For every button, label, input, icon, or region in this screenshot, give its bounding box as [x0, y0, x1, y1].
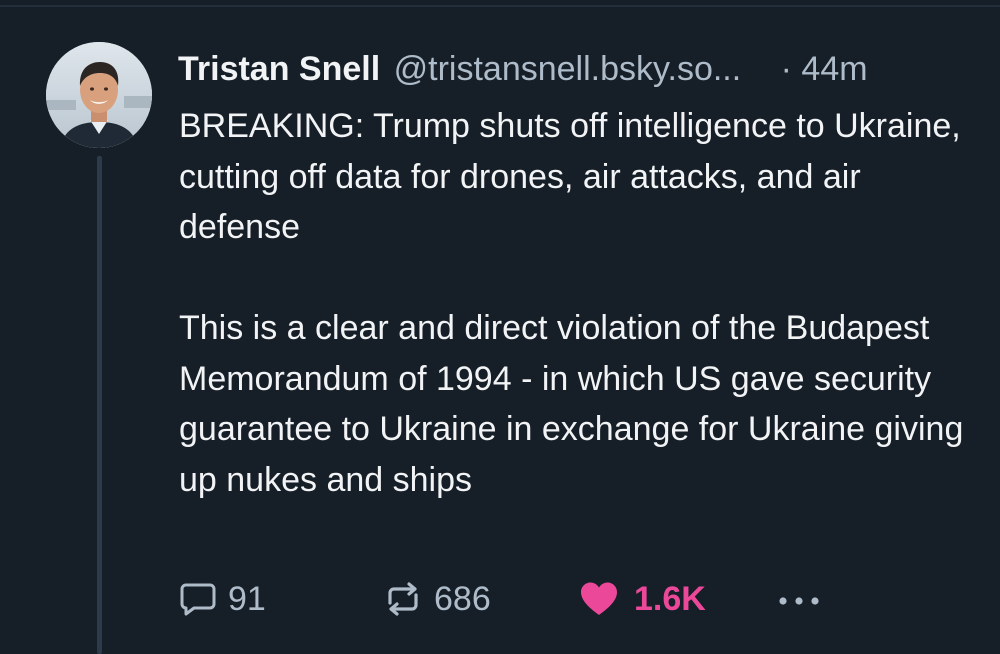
- speech-bubble-icon: [178, 579, 218, 619]
- reply-count: 91: [228, 580, 266, 618]
- heart-icon: [578, 579, 620, 619]
- author-name[interactable]: Tristan Snell: [178, 50, 380, 88]
- repost-arrows-icon: [382, 579, 424, 619]
- top-divider: [0, 0, 1000, 7]
- post-actions: 91 686 1.6K: [178, 576, 978, 622]
- repost-button[interactable]: 686: [382, 576, 491, 622]
- avatar-image: [46, 42, 152, 148]
- ellipsis-icon: [776, 579, 822, 619]
- repost-count: 686: [434, 580, 491, 618]
- post-text: BREAKING: Trump shuts off intelligence t…: [179, 107, 964, 499]
- like-count: 1.6K: [634, 580, 706, 618]
- post-view: Tristan Snell @tristansnell.bsky.so... ·…: [0, 0, 1000, 654]
- author-handle[interactable]: @tristansnell.bsky.so...: [394, 50, 742, 88]
- reply-button[interactable]: 91: [178, 576, 266, 622]
- avatar[interactable]: [46, 42, 152, 148]
- more-options-button[interactable]: [776, 576, 822, 622]
- post-timestamp[interactable]: · 44m: [781, 50, 868, 88]
- thread-line: [97, 156, 102, 654]
- like-button[interactable]: 1.6K: [578, 576, 706, 622]
- post-header: Tristan Snell @tristansnell.bsky.so... ·…: [178, 44, 978, 94]
